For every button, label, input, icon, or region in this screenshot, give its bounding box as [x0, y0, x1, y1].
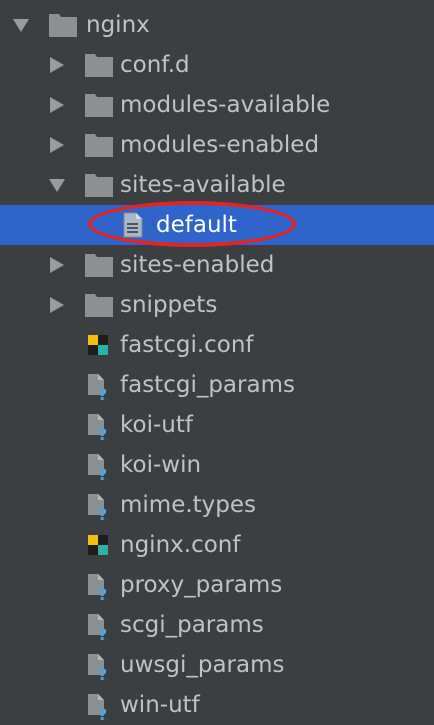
tree-item-mime-types[interactable]: ? mime.types [0, 485, 434, 525]
tree-item-label: fastcgi.conf [120, 332, 254, 358]
folder-icon [84, 52, 114, 78]
svg-text:?: ? [98, 585, 107, 601]
folder-icon [84, 252, 114, 278]
config-file-icon [86, 533, 110, 557]
unknown-file-icon: ? [86, 491, 114, 521]
tree-item-modules-available[interactable]: modules-available [0, 85, 434, 125]
tree-item-sites-available[interactable]: sites-available [0, 165, 434, 205]
tree-item-conf-d[interactable]: conf.d [0, 45, 434, 85]
chevron-down-icon[interactable] [48, 176, 66, 194]
tree-item-label: snippets [120, 292, 218, 318]
tree-item-label: koi-utf [120, 412, 193, 438]
svg-text:?: ? [98, 505, 107, 521]
unknown-file-icon: ? [86, 371, 114, 401]
svg-text:?: ? [98, 705, 107, 721]
tree-item-sites-enabled[interactable]: sites-enabled [0, 245, 434, 285]
unknown-file-icon: ? [86, 411, 114, 441]
chevron-right-icon[interactable] [48, 56, 66, 74]
tree-item-label: proxy_params [120, 572, 283, 598]
tree-item-label: sites-enabled [120, 252, 275, 278]
chevron-right-icon[interactable] [48, 296, 66, 314]
tree-item-nginx-conf[interactable]: nginx.conf [0, 525, 434, 565]
tree-item-label: modules-available [120, 92, 331, 118]
unknown-file-icon: ? [86, 691, 114, 721]
tree-item-koi-win[interactable]: ? koi-win [0, 445, 434, 485]
tree-item-label: win-utf [120, 692, 200, 718]
unknown-file-icon: ? [86, 451, 114, 481]
svg-text:?: ? [98, 625, 107, 641]
tree-item-default[interactable]: default [0, 205, 434, 245]
unknown-file-icon: ? [86, 651, 114, 681]
tree-item-label: nginx.conf [120, 532, 241, 558]
config-file-icon [86, 333, 110, 357]
chevron-right-icon[interactable] [48, 96, 66, 114]
tree-item-koi-utf[interactable]: ? koi-utf [0, 405, 434, 445]
unknown-file-icon: ? [86, 611, 114, 641]
tree-item-label: conf.d [120, 52, 190, 78]
tree-item-label: sites-available [120, 172, 286, 198]
chevron-right-icon[interactable] [48, 136, 66, 154]
folder-icon [84, 292, 114, 318]
tree-item-label: mime.types [120, 492, 257, 518]
svg-text:?: ? [98, 665, 107, 681]
folder-icon [84, 172, 114, 198]
tree-item-label: modules-enabled [120, 132, 320, 158]
tree-item-win-utf[interactable]: ? win-utf [0, 685, 434, 725]
tree-item-label: nginx [86, 12, 150, 38]
tree-item-snippets[interactable]: snippets [0, 285, 434, 325]
svg-text:?: ? [98, 425, 107, 441]
tree-item-proxy-params[interactable]: ? proxy_params [0, 565, 434, 605]
svg-text:?: ? [98, 465, 107, 481]
svg-text:?: ? [98, 385, 107, 401]
folder-icon [48, 12, 78, 38]
tree-item-fastcgi-conf[interactable]: fastcgi.conf [0, 325, 434, 365]
chevron-right-icon[interactable] [48, 256, 66, 274]
tree-item-modules-enabled[interactable]: modules-enabled [0, 125, 434, 165]
project-file-tree: nginx conf.d modules-available modules-e… [0, 0, 434, 722]
tree-item-fastcgi-params[interactable]: ? fastcgi_params [0, 365, 434, 405]
folder-icon [84, 132, 114, 158]
tree-item-scgi-params[interactable]: ? scgi_params [0, 605, 434, 645]
text-file-icon [122, 212, 144, 238]
tree-item-uwsgi-params[interactable]: ? uwsgi_params [0, 645, 434, 685]
unknown-file-icon: ? [86, 571, 114, 601]
folder-icon [84, 92, 114, 118]
tree-item-label: uwsgi_params [120, 652, 285, 678]
tree-item-label: fastcgi_params [120, 372, 295, 398]
chevron-down-icon[interactable] [12, 16, 30, 34]
tree-item-label: koi-win [120, 452, 202, 478]
tree-item-label: scgi_params [120, 612, 264, 638]
tree-item-nginx[interactable]: nginx [0, 5, 434, 45]
tree-item-label: default [156, 212, 237, 238]
